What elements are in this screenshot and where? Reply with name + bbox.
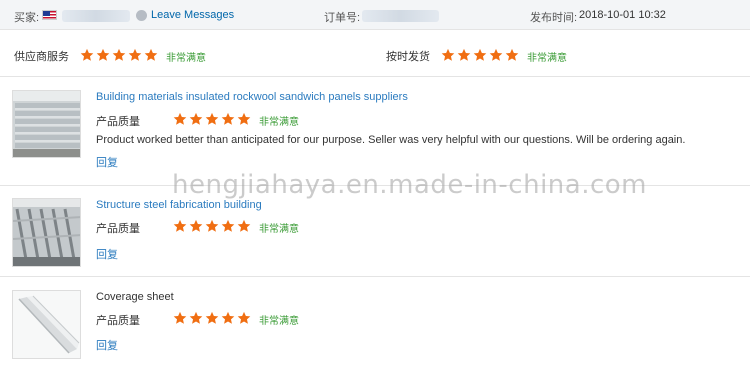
reply-link[interactable]: 回复 xyxy=(96,337,118,353)
buyer-name-redacted xyxy=(62,10,130,22)
star-icon xyxy=(237,311,251,324)
product-quality-rating-text: 非常满意 xyxy=(259,224,299,235)
star-icon xyxy=(441,48,455,61)
star-icon xyxy=(128,48,142,61)
star-icon xyxy=(489,48,503,61)
star-icon xyxy=(221,112,235,125)
product-quality-label: 产品质量 xyxy=(96,116,140,128)
product-quality-rating-text: 非常满意 xyxy=(259,117,299,128)
order-number-label: 订单号: xyxy=(324,12,361,24)
star-icon xyxy=(96,48,110,61)
product-quality-label: 产品质量 xyxy=(96,223,140,235)
reply-link[interactable]: 回复 xyxy=(96,154,118,170)
us-flag-icon xyxy=(42,10,57,20)
product-title-link[interactable]: Structure steel fabrication building xyxy=(96,199,262,211)
buyer-label: 买家: xyxy=(14,12,40,24)
product-thumbnail[interactable] xyxy=(12,90,81,158)
star-icon xyxy=(173,219,187,232)
service-ratings-row: 供应商服务 非常满意 按时发货 非常满意 xyxy=(0,30,750,77)
leave-messages-link[interactable]: Leave Messages xyxy=(151,9,234,21)
star-icon xyxy=(237,112,251,125)
product-title[interactable]: Coverage sheet xyxy=(96,291,174,303)
product-title-link[interactable]: Building materials insulated rockwool sa… xyxy=(96,91,408,103)
star-icon xyxy=(457,48,471,61)
order-number-redacted xyxy=(362,10,439,22)
review-item: Coverage sheet 产品质量 非常满意 回复 xyxy=(0,277,750,369)
on-time-delivery-stars xyxy=(441,48,519,62)
review-header: 买家: Leave Messages 订单号: 发布时间: 2018-10-01… xyxy=(0,0,750,30)
star-icon xyxy=(112,48,126,61)
user-icon xyxy=(136,10,147,21)
review-item: Structure steel fabrication building 产品质… xyxy=(0,186,750,277)
supplier-service-rating-text: 非常满意 xyxy=(166,53,206,64)
on-time-delivery-rating-text: 非常满意 xyxy=(527,53,567,64)
product-quality-stars xyxy=(173,219,251,233)
product-quality-label: 产品质量 xyxy=(96,315,140,327)
review-comment: Product worked better than anticipated f… xyxy=(96,134,686,146)
publish-time-label: 发布时间: xyxy=(530,12,578,24)
star-icon xyxy=(237,219,251,232)
star-icon xyxy=(173,311,187,324)
review-item: Building materials insulated rockwool sa… xyxy=(0,77,750,186)
product-quality-stars xyxy=(173,112,251,126)
star-icon xyxy=(189,112,203,125)
star-icon xyxy=(221,311,235,324)
on-time-delivery-label: 按时发货 xyxy=(386,51,430,63)
star-icon xyxy=(205,112,219,125)
product-thumbnail[interactable] xyxy=(12,290,81,359)
star-icon xyxy=(173,112,187,125)
product-quality-rating-text: 非常满意 xyxy=(259,316,299,327)
publish-time-value: 2018-10-01 10:32 xyxy=(579,9,666,21)
star-icon xyxy=(205,311,219,324)
star-icon xyxy=(80,48,94,61)
reply-link[interactable]: 回复 xyxy=(96,246,118,262)
product-thumbnail[interactable] xyxy=(12,198,81,267)
star-icon xyxy=(205,219,219,232)
star-icon xyxy=(505,48,519,61)
product-quality-stars xyxy=(173,311,251,325)
star-icon xyxy=(144,48,158,61)
supplier-service-stars xyxy=(80,48,158,62)
star-icon xyxy=(221,219,235,232)
star-icon xyxy=(473,48,487,61)
star-icon xyxy=(189,311,203,324)
star-icon xyxy=(189,219,203,232)
supplier-service-label: 供应商服务 xyxy=(14,51,69,63)
